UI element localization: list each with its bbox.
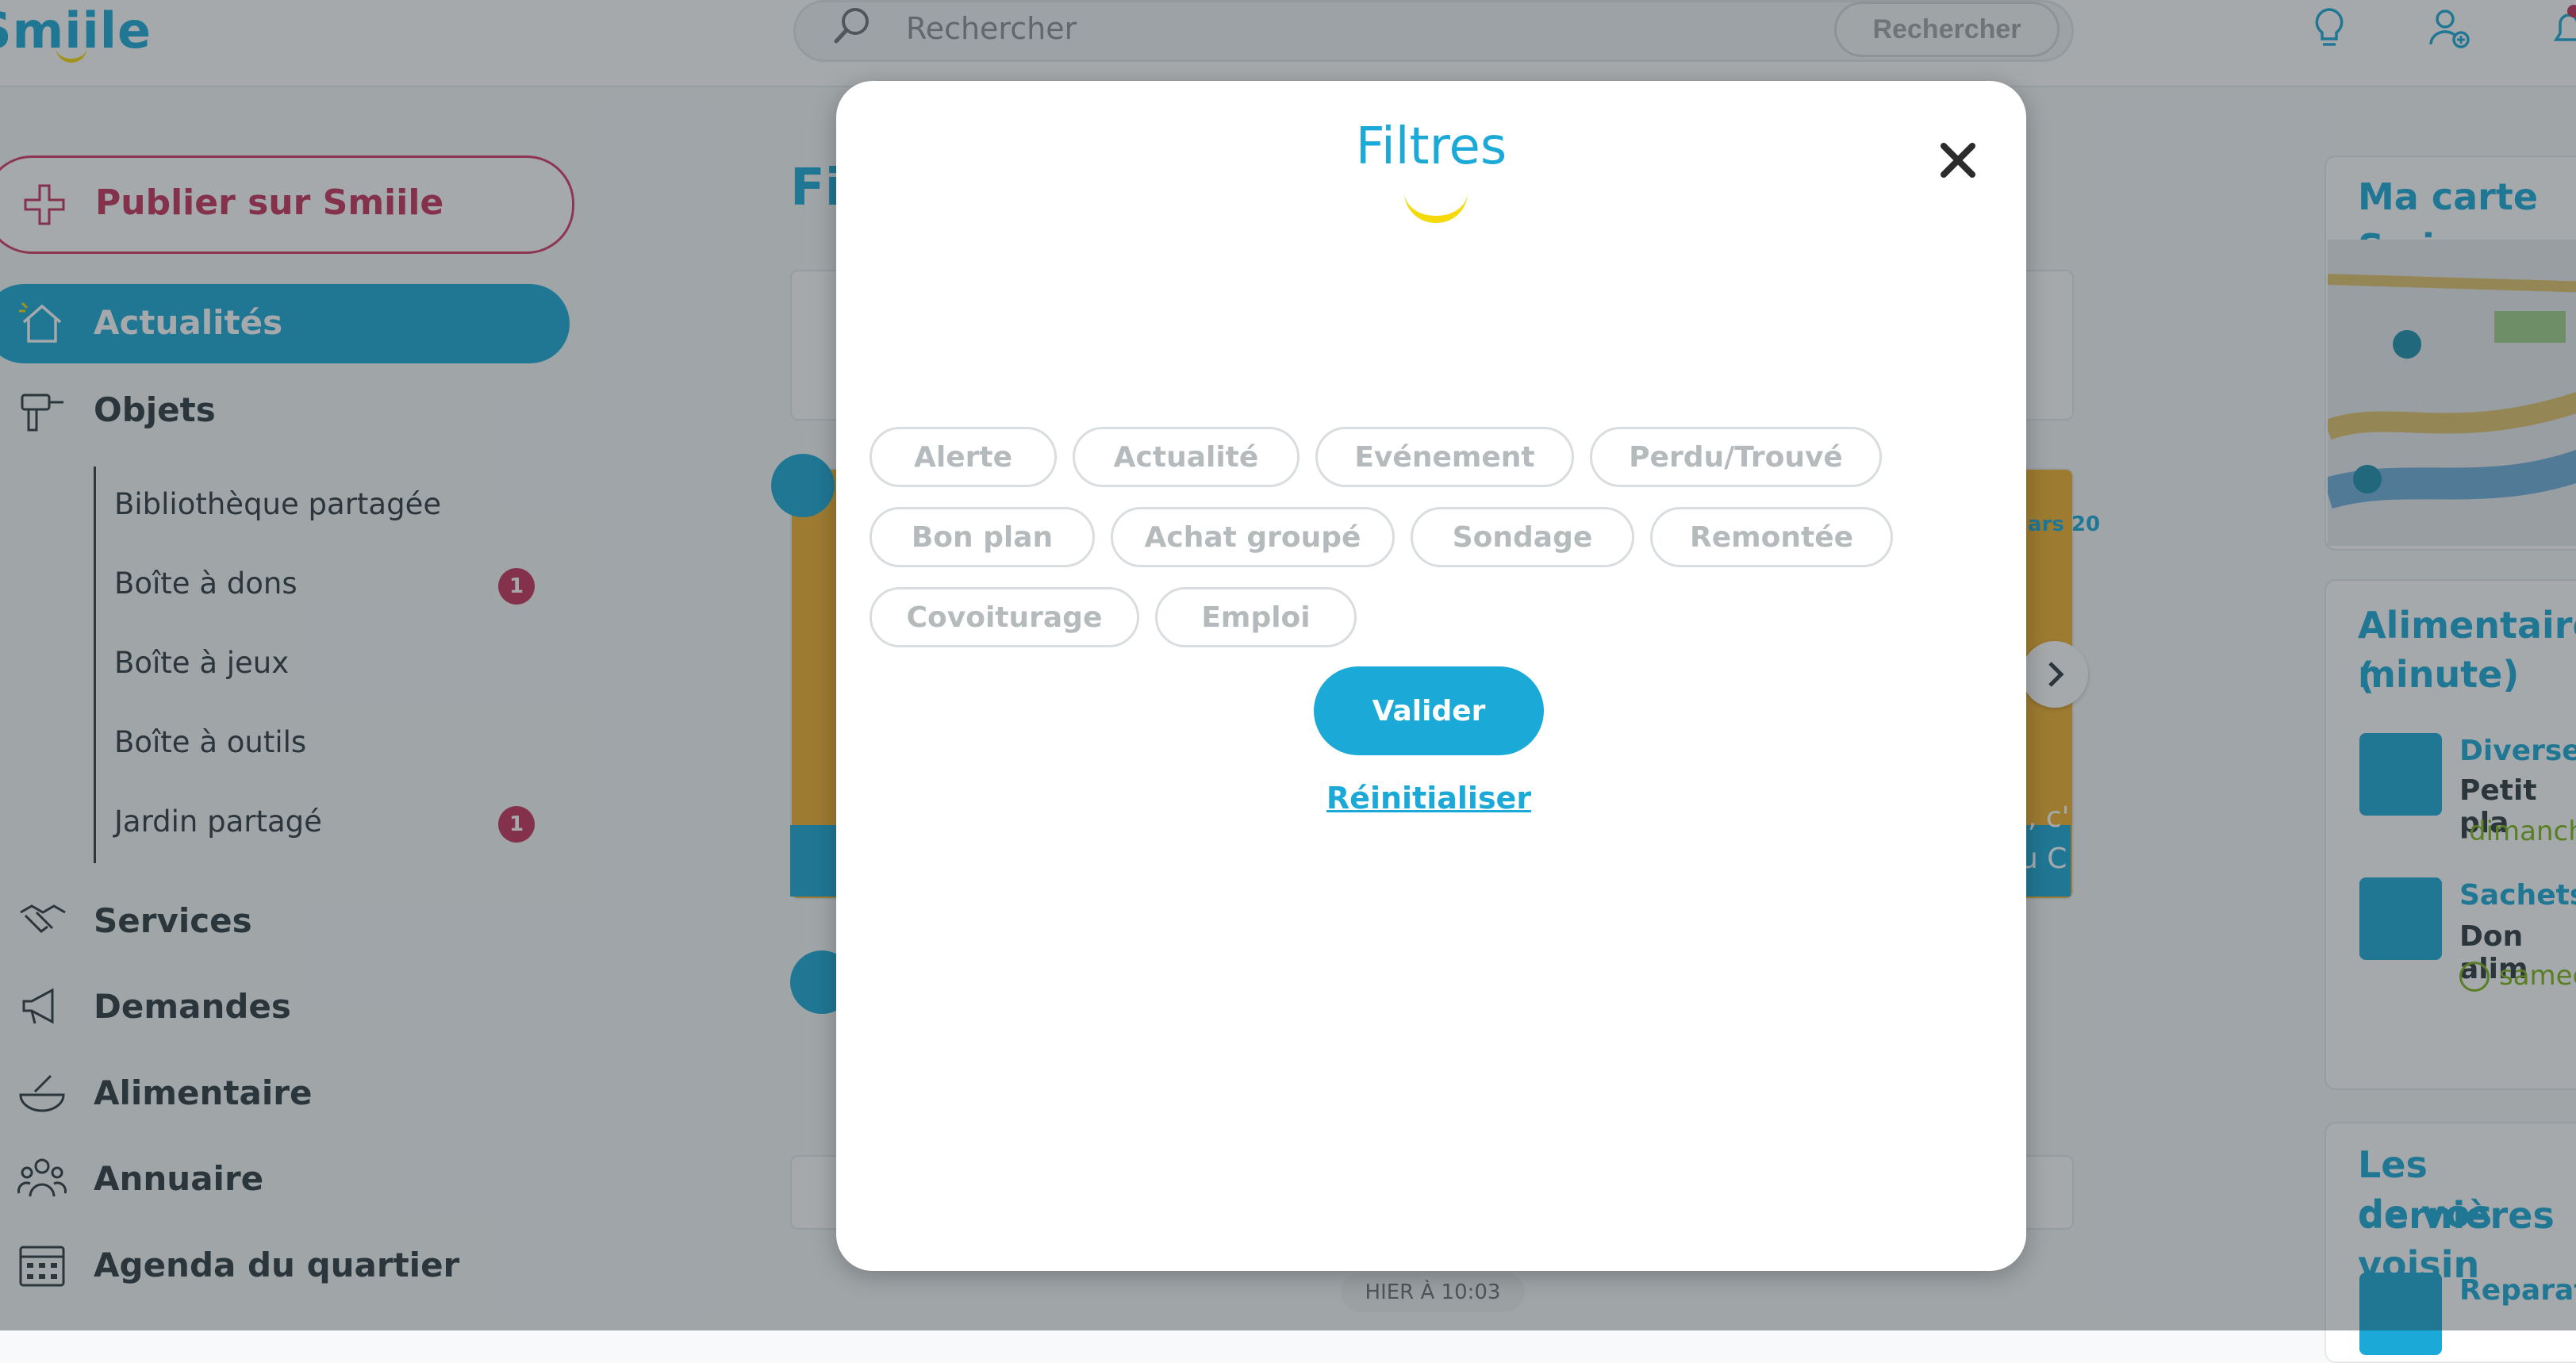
filter-chip-bon-plan[interactable]: Bon plan xyxy=(870,507,1095,567)
close-icon xyxy=(1941,143,1975,178)
close-button[interactable] xyxy=(1926,129,1990,192)
filter-chip-remontee[interactable]: Remontée xyxy=(1650,507,1893,567)
reset-link[interactable]: Réinitialiser xyxy=(836,781,2021,816)
validate-button[interactable]: Valider xyxy=(1314,666,1544,755)
smile-mark xyxy=(1404,192,1468,223)
filter-chip-alerte[interactable]: Alerte xyxy=(870,427,1057,487)
filter-chip-sondage[interactable]: Sondage xyxy=(1411,507,1634,567)
filter-chip-actualite[interactable]: Actualité xyxy=(1073,427,1300,487)
filter-chip-emploi[interactable]: Emploi xyxy=(1155,587,1357,647)
filters-modal: Filtres Alerte Actualité Evénement Perdu… xyxy=(836,81,2026,1271)
filter-chip-covoiturage[interactable]: Covoiturage xyxy=(870,587,1139,647)
filter-chip-perdu-trouve[interactable]: Perdu/Trouvé xyxy=(1590,427,1882,487)
filter-chip-achat-groupe[interactable]: Achat groupé xyxy=(1111,507,1395,567)
filter-chip-evenement[interactable]: Evénement xyxy=(1315,427,1574,487)
modal-title: Filtres xyxy=(1355,117,1507,176)
